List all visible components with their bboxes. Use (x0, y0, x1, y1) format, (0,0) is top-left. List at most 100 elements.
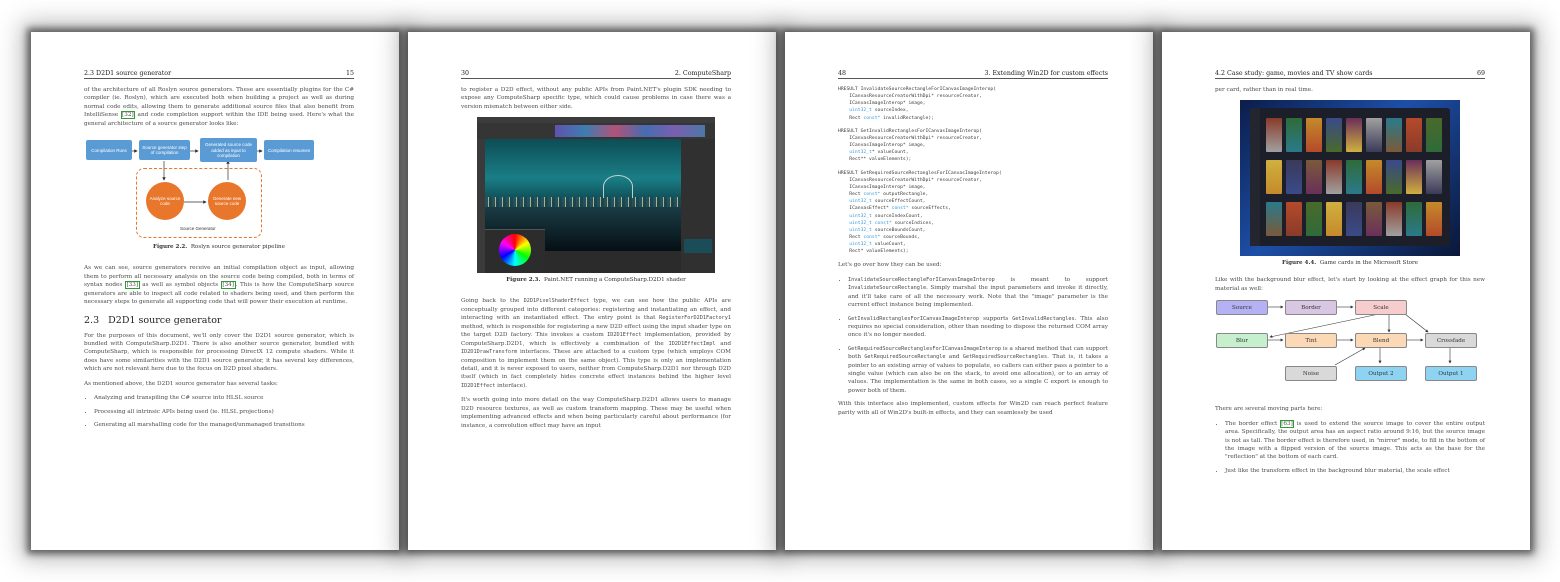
inline-code: D2D1PixelShaderEffect (523, 298, 590, 305)
game-card-image (1366, 118, 1382, 153)
source-generator-label: Source Generator (180, 226, 216, 232)
paragraph: Like with the background blur effect, le… (1215, 277, 1485, 292)
list-item: InvalidateSourceRectangleForICanvasImage… (848, 276, 1108, 310)
code-block: HRESULT GetInvalidRectanglesForICanvasIm… (838, 128, 1108, 164)
text-run: interface). (495, 382, 528, 389)
node-noise: Noise (1285, 366, 1337, 382)
colors-panel-image (485, 229, 545, 274)
game-card-image (1346, 118, 1362, 153)
game-card-image (1306, 118, 1322, 153)
header-section: 2. ComputeSharp (674, 70, 731, 77)
figure-label: Figure 4.4. (1282, 260, 1317, 267)
paragraph: It's worth going into more detail on the… (461, 397, 731, 429)
code-line: HRESULT GetInvalidRectanglesForICanvasIm… (838, 128, 982, 134)
list-item: Generating all marshalling code for the … (94, 421, 354, 429)
paragraph: to register a D2D effect, without any pu… (461, 87, 731, 110)
code-listing: HRESULT InvalidateSourceRectangleForICan… (838, 86, 1108, 255)
inline-code: GetRequiredSourceRectangles (962, 354, 1048, 361)
game-card-image (1286, 202, 1302, 237)
game-card-image (1346, 160, 1362, 195)
game-card-image (1266, 202, 1282, 237)
node-tint: Tint (1285, 333, 1337, 349)
effect-graph: Source Border Scale Blur Tint Blend Cros… (1215, 299, 1485, 397)
inline-code: ID2D1Effect (607, 332, 642, 339)
game-card-image (1346, 202, 1362, 237)
header-section: 2.3 D2D1 source generator (84, 70, 172, 77)
code-line: Rect const* sourceBounds, (838, 234, 920, 240)
game-card-image (1326, 118, 1342, 153)
list-item: Analyzing and transpiling the C# source … (94, 394, 354, 402)
paragraph: Let's go over how they can be used: (838, 262, 942, 269)
game-card-image (1406, 202, 1422, 237)
figure-label: Figure 2.3. (506, 277, 541, 284)
section-number: 2.3 (84, 314, 100, 326)
paintnet-screenshot (477, 117, 715, 274)
list-item: The border effect [63] is used to extend… (1225, 419, 1485, 462)
game-card-image (1386, 160, 1402, 195)
paragraph: With this interface also implemented, cu… (838, 401, 1108, 416)
paragraph: There are several moving parts here: (1215, 406, 1323, 413)
node-source: Source (1216, 300, 1268, 316)
game-card-image (1306, 160, 1322, 195)
paragraph: As we can see, source generators receive… (84, 264, 354, 306)
game-card-image (1406, 160, 1422, 195)
citation-link[interactable]: [33] (124, 281, 140, 290)
document-page-48: 48 3. Extending Win2D for custom effects… (785, 32, 1153, 550)
toolbar-image (477, 123, 715, 140)
code-line: ICanvasResourceCreatorWithDpi* resourceC… (838, 94, 982, 100)
inline-code: ID2D1EffectImpl (668, 340, 716, 347)
layers-panel-image (681, 139, 715, 274)
game-card-image (1266, 160, 1282, 195)
citation-link[interactable]: [34] (220, 281, 236, 290)
inline-code: ID2D1Effect (461, 382, 496, 389)
running-header: 30 2. ComputeSharp (461, 70, 731, 79)
paragraph: As mentioned above, the D2D1 source gene… (84, 380, 278, 387)
inline-code: InvalidateSourceRectangle (848, 285, 927, 292)
text-run: is meant to support (994, 276, 1108, 283)
game-card-image (1366, 202, 1382, 237)
compilation-resumes-box: Compilation resumes (264, 140, 314, 161)
game-card-image (1406, 118, 1422, 153)
page-number: 48 (838, 70, 847, 77)
game-card-image (1386, 202, 1402, 237)
game-card-image (1266, 118, 1282, 153)
citation-link[interactable]: [32] (120, 111, 136, 120)
game-card-image (1426, 160, 1442, 195)
document-page-30: 30 2. ComputeSharp to register a D2D eff… (408, 32, 776, 550)
code-line: ICanvasImageInterop* image, (838, 101, 926, 107)
analyze-source-circle: Analyze source code (146, 182, 184, 221)
moving-parts-list: The border effect [63] is used to extend… (1215, 419, 1485, 475)
code-line: Rect const* outputRectangle, (838, 192, 929, 198)
inline-code: InvalidateSourceRectangleForICanvasImage… (848, 276, 995, 283)
running-header: 4.2 Case study: game, movies and TV show… (1215, 70, 1485, 79)
code-line: HRESULT InvalidateSourceRectangleForICan… (838, 87, 997, 92)
citation-link[interactable]: [63] (1280, 419, 1294, 428)
page-number: 30 (461, 70, 470, 77)
code-block: HRESULT GetRequiredSourceRectanglesForIC… (838, 170, 1108, 256)
code-line: uint32_t sourceBoundsCount, (838, 227, 926, 233)
code-line: HRESULT GetRequiredSourceRectanglesForIC… (838, 170, 1002, 176)
list-item: Processing all intrinsic APIs being used… (94, 408, 354, 416)
microsoft-store-screenshot (1240, 100, 1460, 257)
text-run: and (945, 354, 963, 361)
game-card-image (1326, 160, 1342, 195)
text-run: as well as symbol objects (139, 282, 221, 289)
code-line: ICanvasImageInterop* image, (838, 143, 926, 149)
page-number: 69 (1476, 70, 1485, 77)
code-line: Rect** valueElements); (838, 157, 912, 163)
source-generator-step-box: Source generator step of compilation (139, 140, 190, 161)
caption-text: Paint.NET running a ComputeSharp.D2D1 sh… (543, 277, 686, 284)
source-generator-diagram: Compilation Runs Source generator step o… (84, 134, 354, 266)
code-block: HRESULT InvalidateSourceRectangleForICan… (838, 86, 1108, 122)
generate-source-circle: Generate new source code (208, 182, 246, 221)
node-crossfade: Crossfade (1425, 333, 1477, 349)
document-page-15: 2.3 D2D1 source generator 15 of the arch… (31, 32, 399, 550)
header-section: 3. Extending Win2D for custom effects (984, 70, 1108, 77)
inline-code: GetRequiredSourceRectanglesForICanvasIma… (848, 345, 1002, 352)
code-line: Rect* valueElements); (838, 249, 909, 255)
inline-code: GetInvalidRectanglesForICanvasImageInter… (848, 315, 980, 322)
document-page-69: 4.2 Case study: game, movies and TV show… (1162, 32, 1530, 550)
code-line: ICanvasImageInterop* image, (838, 184, 926, 190)
code-line: uint32_t sourceIndexCount, (838, 213, 923, 219)
running-header: 2.3 D2D1 source generator 15 (84, 70, 354, 79)
